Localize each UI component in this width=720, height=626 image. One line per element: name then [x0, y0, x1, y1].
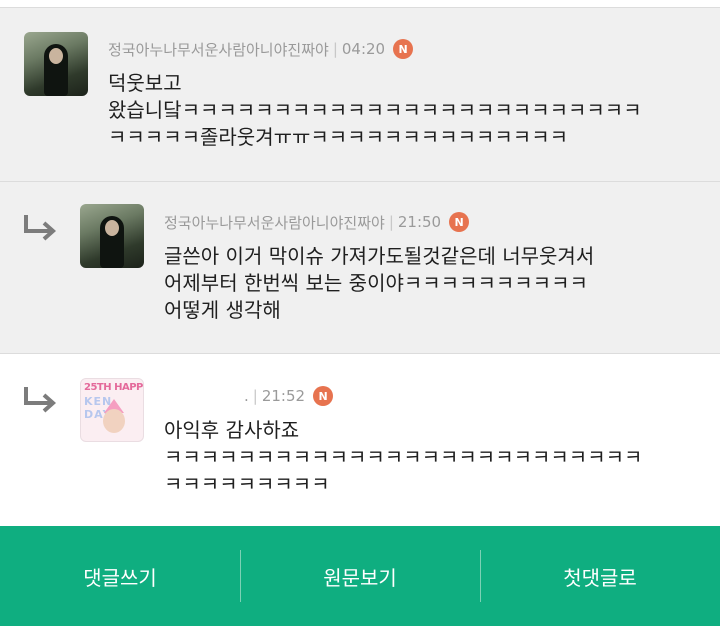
first-comment-button[interactable]: 첫댓글로 [480, 526, 720, 626]
comment-line: 어떻게 생각해 [164, 298, 281, 322]
new-badge-icon: N [313, 386, 334, 406]
comment-meta: . | 21:52 N [164, 384, 334, 408]
comment-line: 아익후 감사하죠 [164, 418, 300, 442]
comment-time: 21:52 [261, 387, 306, 405]
comment-item: 25TH HAPP KEN DAY . | 21:52 N 아익후 감사하죠 ㅋ… [0, 353, 720, 526]
comment-meta: 정국아누나무서운사람아니야진짜야 | 04:20 N [108, 37, 414, 61]
author-name: . [244, 387, 249, 405]
comment-text: 글쓴아 이거 막이슈 가져가도될것같은데 너무웃겨서 어제부터 한번씩 보는 중… [164, 243, 594, 324]
new-badge-icon: N [393, 39, 414, 59]
comment-line: 덕웃보고 [108, 71, 182, 95]
comment-text: 아익후 감사하죠 ㅋㅋㅋㅋㅋㅋㅋㅋㅋㅋㅋㅋㅋㅋㅋㅋㅋㅋㅋㅋㅋㅋㅋㅋㅋㅋ ㅋㅋㅋㅋ… [164, 417, 642, 498]
reply-arrow-icon [24, 387, 57, 413]
view-original-button[interactable]: 원문보기 [240, 526, 480, 626]
comment-time: 21:50 [397, 213, 442, 231]
author-name-hidden[interactable] [164, 388, 244, 404]
comment-item: 정국아누나무서운사람아니야진짜야 | 21:50 N 글쓴아 이거 막이슈 가져… [0, 181, 720, 353]
comment-line: ㅋㅋㅋㅋㅋㅋㅋㅋㅋㅋㅋㅋㅋㅋㅋㅋㅋㅋㅋㅋㅋㅋㅋㅋㅋㅋ [164, 445, 643, 469]
author-name[interactable]: 정국아누나무서운사람아니야진짜야 [108, 39, 329, 60]
comment-item: 정국아누나무서운사람아니야진짜야 | 04:20 N 덕웃보고 왔습니닼ㅋㅋㅋㅋ… [0, 7, 720, 181]
avatar[interactable] [80, 204, 144, 268]
write-comment-button[interactable]: 댓글쓰기 [0, 526, 240, 626]
bottom-action-bar: 댓글쓰기 원문보기 첫댓글로 [0, 526, 720, 626]
comment-time: 04:20 [341, 40, 386, 58]
comment-line: 글쓴아 이거 막이슈 가져가도될것같은데 너무웃겨서 [164, 244, 595, 268]
author-name[interactable]: 정국아누나무서운사람아니야진짜야 [164, 212, 385, 233]
new-badge-icon: N [449, 212, 470, 232]
avatar[interactable]: 25TH HAPP KEN DAY [80, 378, 144, 442]
reply-arrow-icon [24, 215, 57, 241]
comment-line: 어제부터 한번씩 보는 중이야ㅋㅋㅋㅋㅋㅋㅋㅋㅋㅋ [164, 271, 588, 295]
avatar[interactable] [24, 32, 88, 96]
avatar-caption: 25TH HAPP [84, 382, 143, 393]
comment-line: ㅋㅋㅋㅋㅋ졸라웃겨ㅠㅠㅋㅋㅋㅋㅋㅋㅋㅋㅋㅋㅋㅋㅋㅋ [108, 125, 568, 149]
comment-text: 덕웃보고 왔습니닼ㅋㅋㅋㅋㅋㅋㅋㅋㅋㅋㅋㅋㅋㅋㅋㅋㅋㅋㅋㅋㅋㅋㅋㅋㅋ ㅋㅋㅋㅋㅋ… [108, 70, 642, 151]
comment-meta: 정국아누나무서운사람아니야진짜야 | 21:50 N [164, 210, 470, 234]
comment-line: 왔습니닼ㅋㅋㅋㅋㅋㅋㅋㅋㅋㅋㅋㅋㅋㅋㅋㅋㅋㅋㅋㅋㅋㅋㅋㅋㅋ [108, 98, 642, 122]
comment-line: ㅋㅋㅋㅋㅋㅋㅋㅋㅋ [164, 472, 330, 496]
